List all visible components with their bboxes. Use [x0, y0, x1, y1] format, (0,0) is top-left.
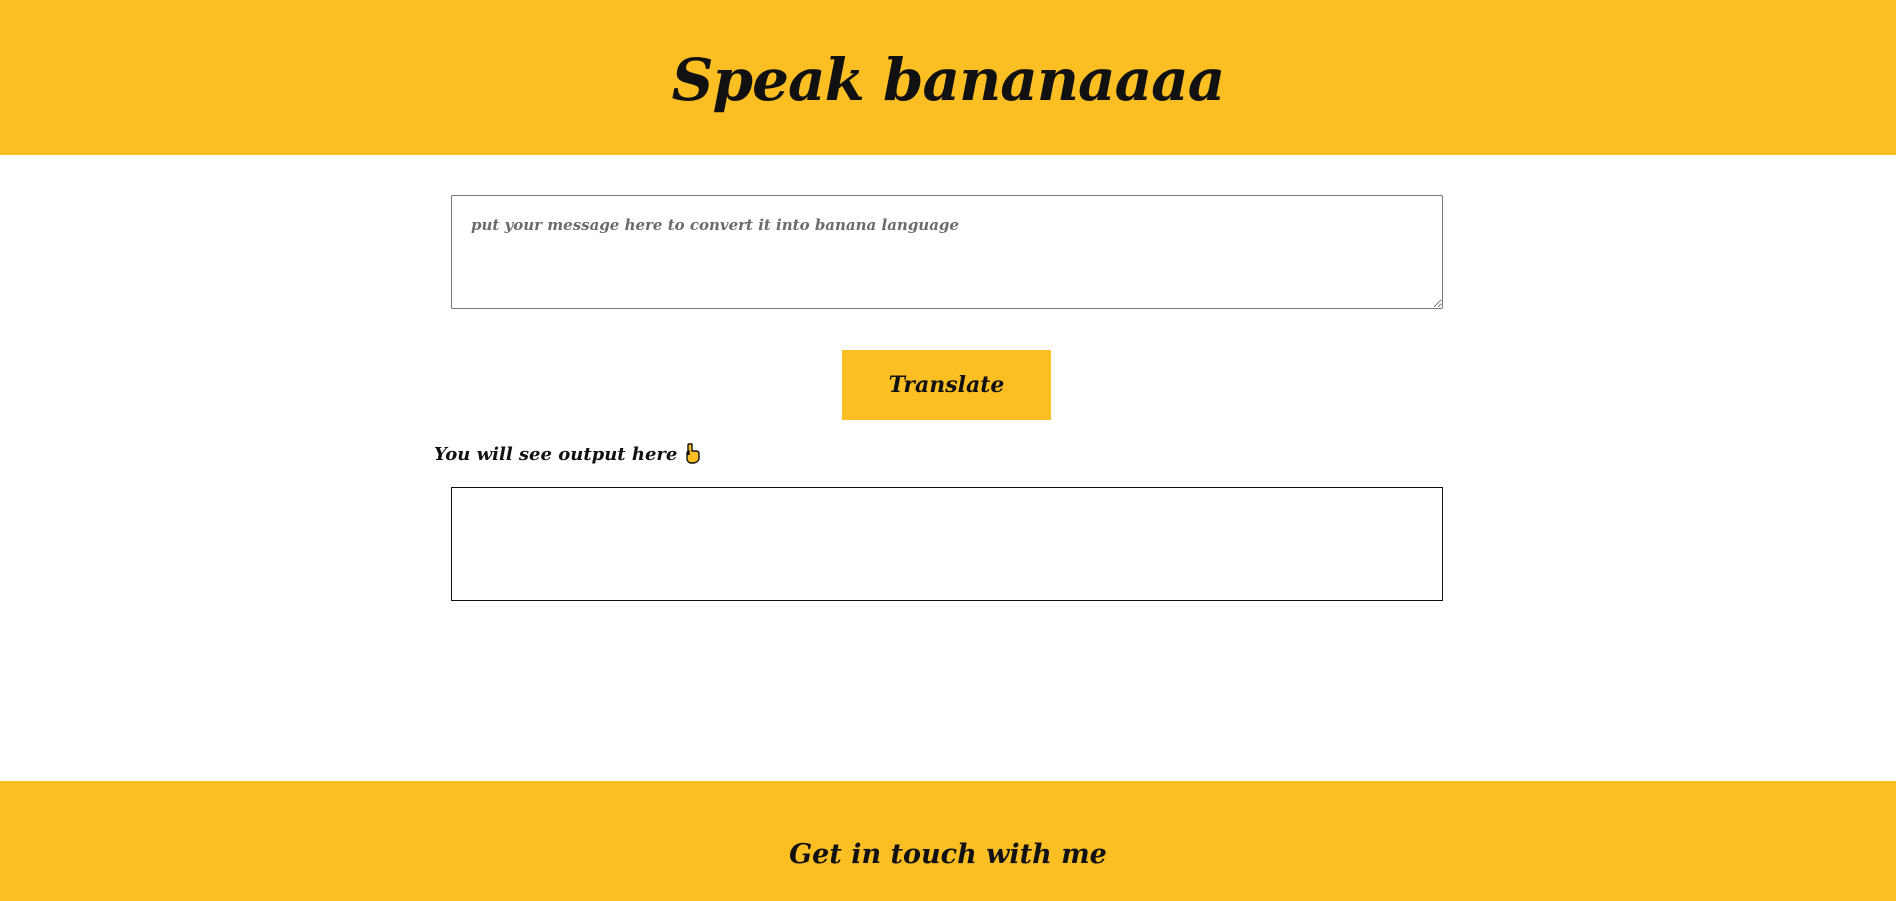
output-label-text: You will see output here	[434, 443, 678, 465]
message-input[interactable]	[451, 195, 1443, 309]
footer-heading: Get in touch with me	[789, 839, 1107, 870]
page-footer: Get in touch with me	[0, 781, 1896, 901]
page-header: Speak bananaaaa	[0, 0, 1896, 155]
output-box	[451, 487, 1443, 601]
page-title: Speak bananaaaa	[671, 45, 1226, 114]
translate-button[interactable]: Translate	[842, 350, 1051, 420]
output-label: You will see output here	[434, 443, 701, 465]
pointing-down-icon	[683, 443, 701, 465]
